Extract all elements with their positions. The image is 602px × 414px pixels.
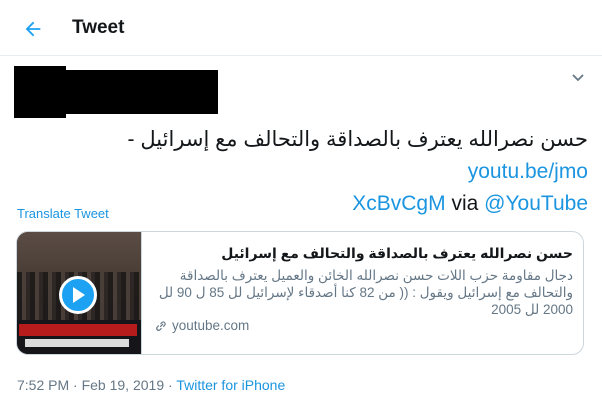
thumbnail-subtitle-bar <box>25 339 129 347</box>
meta-separator: · <box>73 377 78 393</box>
card-title: حسن نصرالله يعترف بالصداقة والتحالف مع إ… <box>221 245 573 261</box>
more-options-button[interactable] <box>568 70 588 86</box>
play-button[interactable] <box>59 276 97 314</box>
tweet-body: حسن نصرالله يعترف بالصداقة والتحالف مع إ… <box>127 128 588 151</box>
redacted-avatar <box>14 66 66 118</box>
card-domain: youtube.com <box>154 318 249 333</box>
tweet-text-line-1: حسن نصرالله يعترف بالصداقة والتحالف مع إ… <box>14 124 588 188</box>
video-thumbnail[interactable] <box>17 232 141 354</box>
card-domain-text: youtube.com <box>172 318 250 333</box>
tweet-header: Tweet <box>0 0 602 56</box>
tweet-time[interactable]: 7:52 PM <box>17 377 69 393</box>
play-icon <box>73 287 85 303</box>
meta-separator: · <box>168 377 173 393</box>
tweet-date[interactable]: Feb 19, 2019 <box>82 377 165 393</box>
tweet-link-part-2[interactable]: XcBvCgM <box>352 192 445 215</box>
arrow-left-icon <box>25 21 41 37</box>
chevron-down-icon <box>572 74 584 82</box>
translate-tweet-link[interactable]: Translate Tweet <box>17 206 109 221</box>
tweet-source[interactable]: Twitter for iPhone <box>176 377 285 393</box>
link-icon <box>156 321 166 331</box>
redacted-user-name <box>66 70 218 114</box>
link-preview-card[interactable]: حسن نصرالله يعترف بالصداقة والتحالف مع إ… <box>16 231 584 355</box>
card-body: حسن نصرالله يعترف بالصداقة والتحالف مع إ… <box>141 232 583 354</box>
tweet-meta: 7:52 PM · Feb 19, 2019 · Twitter for iPh… <box>17 377 285 393</box>
via-text: via <box>451 192 479 215</box>
thumbnail-red-banner <box>19 324 137 336</box>
back-button[interactable] <box>18 14 48 44</box>
youtube-mention[interactable]: @YouTube <box>484 192 588 215</box>
tweet-link-part-1[interactable]: youtu.be/jmo <box>468 160 588 183</box>
card-description: دجال مقاومة حزب اللات حسن نصرالله الخائن… <box>158 268 573 317</box>
page-title: Tweet <box>72 17 125 38</box>
